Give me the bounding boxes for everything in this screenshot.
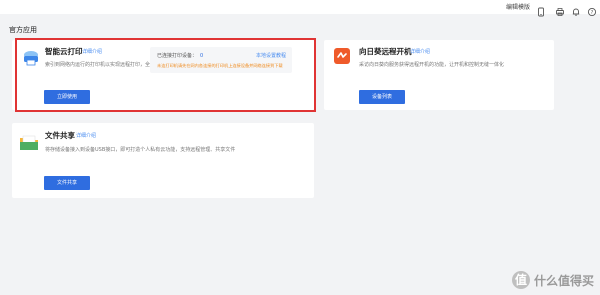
remote-boot-title: 向日葵远程开机 (359, 47, 412, 56)
file-share-icon (19, 134, 39, 152)
sunflower-logo-icon (334, 48, 350, 64)
file-share-description: 将存储设备接入到设备USB接口，即可打造个人私有云功能，支持远程管理、共享文件 (45, 147, 236, 153)
printer-icon[interactable] (555, 2, 565, 16)
printer-info-box: 已连接打印设备： 0 本地设置教程 未连打印机请先在网内各连接的打印机上连接设备并… (150, 47, 292, 73)
device-list-button[interactable]: 设备列表 (359, 90, 405, 104)
file-share-card: 文件共享 详细介绍 将存储设备接入到设备USB接口，即可打造个人私有云功能，支持… (12, 123, 314, 198)
use-now-button[interactable]: 立即使用 (44, 90, 90, 104)
svg-text:?: ? (591, 10, 594, 16)
bell-icon[interactable] (571, 2, 581, 16)
phone-icon[interactable] (536, 2, 546, 17)
setup-tutorial-link[interactable]: 本地设置教程 (256, 52, 286, 59)
section-title: 官方应用 (9, 26, 37, 34)
watermark: 值 什么值得买 (511, 271, 594, 289)
bound-printers-label: 已连接打印设备： 0 (157, 53, 204, 59)
file-share-detail-link[interactable]: 详细介绍 (76, 132, 96, 139)
cloud-printer-icon (21, 50, 41, 66)
edit-template-link[interactable]: 编辑模版 (506, 2, 530, 11)
file-share-title: 文件共享 (45, 131, 75, 140)
remote-boot-description: 采访向日葵向服务获得远程开机的功能，让开机和控制无缝一体化 (359, 62, 505, 68)
remote-boot-card: 向日葵远程开机 详细介绍 采访向日葵向服务获得远程开机的功能，让开机和控制无缝一… (324, 40, 554, 110)
cloud-print-detail-link[interactable]: 详细介绍 (82, 48, 102, 55)
cloud-print-card: 智能云打印 详细介绍 索引到网络内运行的打印机以实现远程打印，全面支持打印机 已… (12, 40, 314, 110)
watermark-logo-icon: 值 (511, 271, 530, 289)
watermark-text: 什么值得买 (533, 273, 594, 288)
top-bar: 编辑模版 ? (0, 0, 600, 17)
help-icon[interactable]: ? (587, 2, 597, 17)
remote-boot-detail-link[interactable]: 详细介绍 (410, 48, 430, 55)
cloud-print-title: 智能云打印 (45, 47, 83, 56)
printer-warning-text: 未连打印机请先在网内各连接的打印机上连接设备并网络连接到下载 (157, 63, 283, 68)
file-share-button[interactable]: 文件共享 (44, 176, 90, 190)
bound-printers-count: 0 (200, 53, 204, 59)
